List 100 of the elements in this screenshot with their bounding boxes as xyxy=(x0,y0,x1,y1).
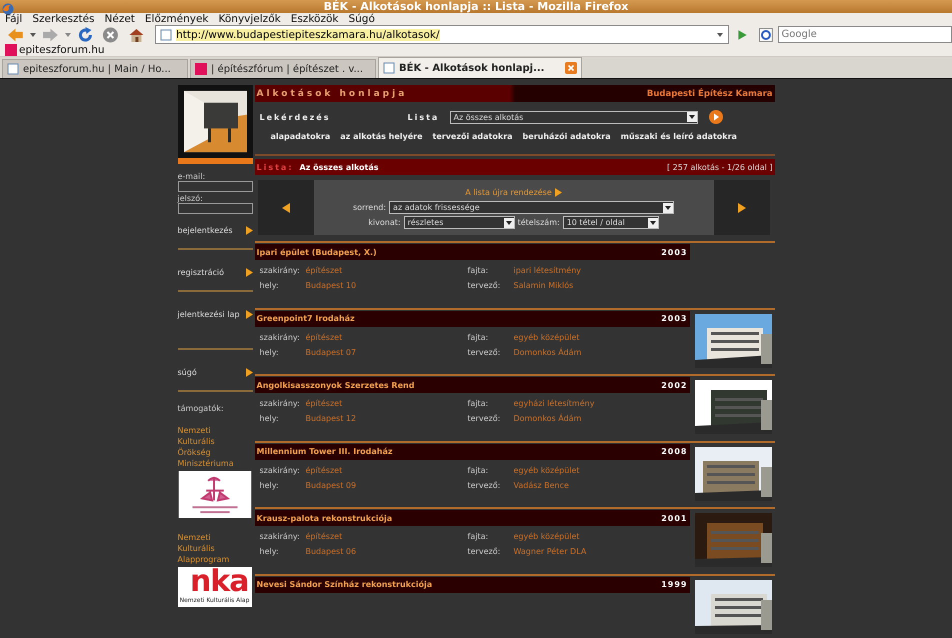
item-title[interactable]: Krausz-palota rekonstrukciója xyxy=(256,514,392,522)
order-select[interactable]: az adatok frissessége xyxy=(389,201,674,214)
item-title[interactable]: Angolkisasszonyok Szerzetes Rend xyxy=(256,380,414,390)
organization-name[interactable]: Budapesti Építész Kamara xyxy=(646,88,772,98)
email-label: e-mail: xyxy=(178,172,206,181)
item-title[interactable]: Greenpoint7 Irodaház xyxy=(256,314,355,323)
field-value[interactable]: Budapest 07 xyxy=(306,348,468,356)
menu-item[interactable]: Könyvjelzők xyxy=(218,13,281,25)
menu-item[interactable]: Nézet xyxy=(104,13,135,25)
window-title: BÉK - Alkotások honlapja :: Lista - Mozilla Firefox xyxy=(324,0,628,13)
field-label: hely: xyxy=(260,348,280,356)
field-label: szakirány: xyxy=(260,532,301,541)
extract-label: kivonat: xyxy=(368,218,401,227)
field-label: fajta: xyxy=(468,266,490,275)
field-label: tervező: xyxy=(468,547,502,556)
dropdown-icon xyxy=(504,218,514,228)
field-label: hely: xyxy=(260,547,280,556)
triangle-icon[interactable] xyxy=(246,268,252,276)
reload-icon[interactable] xyxy=(76,26,94,42)
item-header[interactable]: Krausz-palota rekonstrukciója 2001 xyxy=(254,510,690,526)
section-link[interactable]: műszaki és leíró adatokra xyxy=(620,132,737,141)
order-label: sorrend: xyxy=(352,203,386,212)
count-select[interactable]: 10 tétel / oldal xyxy=(562,216,659,229)
field-label: szakirány: xyxy=(260,266,301,275)
dropdown-icon[interactable] xyxy=(30,32,36,36)
item-header[interactable]: Angolkisasszonyok Szerzetes Rend 2002 xyxy=(254,377,690,393)
go-arrow-icon[interactable] xyxy=(736,28,748,40)
field-label: tervező: xyxy=(468,348,502,356)
browser-tab[interactable]: BÉK - Alkotások honlapj... xyxy=(378,57,582,78)
sponsor-link[interactable]: Nemzeti Kulturális Örökség Minisztériuma xyxy=(178,425,238,469)
list-select[interactable]: Az összes alkotás xyxy=(450,110,698,124)
field-label: tervező: xyxy=(468,281,502,290)
browser-tab[interactable]: | építészfórum | építészet . v... xyxy=(190,59,376,78)
item-header[interactable]: Millennium Tower III. Irodaház 2008 xyxy=(254,444,690,460)
email-field[interactable] xyxy=(178,181,252,192)
section-link[interactable]: beruházói adatokra xyxy=(522,132,611,141)
list-bar-value: Az összes alkotás xyxy=(300,162,379,172)
menu-item[interactable]: Fájl xyxy=(5,13,22,25)
section-link[interactable]: az alkotás helyére xyxy=(340,132,423,141)
stop-icon[interactable] xyxy=(102,26,120,42)
address-field[interactable]: http://www.budapestiepiteszkamara.hu/alkotasok/ xyxy=(155,25,729,44)
field-label: tervező: xyxy=(468,480,502,490)
item-title[interactable]: Millennium Tower III. Irodaház xyxy=(256,447,393,456)
field-label: tervező: xyxy=(468,414,502,423)
field-value[interactable]: Domonkos Ádám xyxy=(514,414,684,423)
dropdown-icon xyxy=(648,218,658,228)
right-triangle-icon xyxy=(738,202,746,212)
field-label: hely: xyxy=(260,414,280,423)
sponsor-link[interactable]: Nemzeti Kulturális Alapprogram xyxy=(178,532,238,565)
field-value[interactable]: Budapest 10 xyxy=(306,281,468,290)
home-icon[interactable] xyxy=(128,26,146,42)
search-field[interactable]: Google xyxy=(778,26,952,43)
sidebar-link[interactable]: súgó xyxy=(178,368,197,376)
item-year: 2003 xyxy=(661,248,688,256)
page-icon xyxy=(7,63,19,75)
site-title: Alkotások honlapja xyxy=(256,88,408,98)
emblem-logo[interactable] xyxy=(178,471,252,518)
count-label: tételszám: xyxy=(518,218,560,227)
sidebar-link[interactable]: bejelentkezés xyxy=(178,226,233,234)
field-value[interactable]: ipari létesítmény xyxy=(514,266,684,275)
menu-item[interactable]: Szerkesztés xyxy=(32,13,95,25)
bookmark-item[interactable]: epiteszforum.hu xyxy=(5,44,105,56)
field-value[interactable]: Domonkos Ádám xyxy=(514,348,684,356)
go-button[interactable] xyxy=(708,110,722,124)
field-value[interactable]: Vadász Bence xyxy=(514,480,684,490)
password-field[interactable] xyxy=(178,203,252,214)
triangle-icon[interactable] xyxy=(246,368,252,376)
close-icon[interactable] xyxy=(565,62,577,74)
menu-item[interactable]: Előzmények xyxy=(144,13,209,25)
item-header[interactable]: Nevesi Sándor Színház rekonstrukciója 1999 xyxy=(254,576,690,592)
result-count: [ 257 alkotás - 1/26 oldal ] xyxy=(666,162,772,172)
item-header[interactable]: Greenpoint7 Irodaház 2003 xyxy=(254,310,690,326)
item-year: 2003 xyxy=(661,314,688,323)
section-link[interactable]: alapadatokra xyxy=(270,132,330,141)
menu-item[interactable]: Eszközök xyxy=(290,13,338,25)
password-label: jelszó: xyxy=(178,194,204,203)
section-link[interactable]: tervezői adatokra xyxy=(432,132,513,141)
dropdown-icon[interactable] xyxy=(716,32,723,36)
field-value[interactable]: Budapest 12 xyxy=(306,414,468,423)
sidebar-link[interactable]: regisztráció xyxy=(178,268,224,276)
field-label: fajta: xyxy=(468,466,490,474)
search-engine-icon[interactable] xyxy=(758,28,775,42)
item-title[interactable]: Nevesi Sándor Színház rekonstrukciója xyxy=(256,580,432,589)
query-label: Lekérdezés xyxy=(260,112,332,122)
sort-title[interactable]: A lista újra rendezése xyxy=(465,188,552,197)
item-header[interactable]: Ipari épület (Budapest, X.) 2003 xyxy=(254,244,690,260)
item-title[interactable]: Ipari épület (Budapest, X.) xyxy=(256,248,377,256)
extract-select[interactable]: részletes xyxy=(404,216,515,229)
sidebar-link[interactable]: jelentkezési lap xyxy=(178,310,240,319)
menu-item[interactable]: Súgó xyxy=(348,13,375,25)
field-label: hely: xyxy=(260,480,280,490)
browser-tab[interactable]: epiteszforum.hu | Main / Ho... xyxy=(2,59,188,78)
field-value[interactable]: Budapest 09 xyxy=(306,480,468,490)
item-year: 2001 xyxy=(661,514,688,522)
field-value[interactable]: Salamin Miklós xyxy=(514,281,684,290)
triangle-icon[interactable] xyxy=(554,188,562,197)
triangle-icon[interactable] xyxy=(246,226,252,234)
triangle-icon[interactable] xyxy=(246,310,252,319)
field-value[interactable]: Budapest 06 xyxy=(306,547,468,556)
square-icon xyxy=(5,44,17,56)
